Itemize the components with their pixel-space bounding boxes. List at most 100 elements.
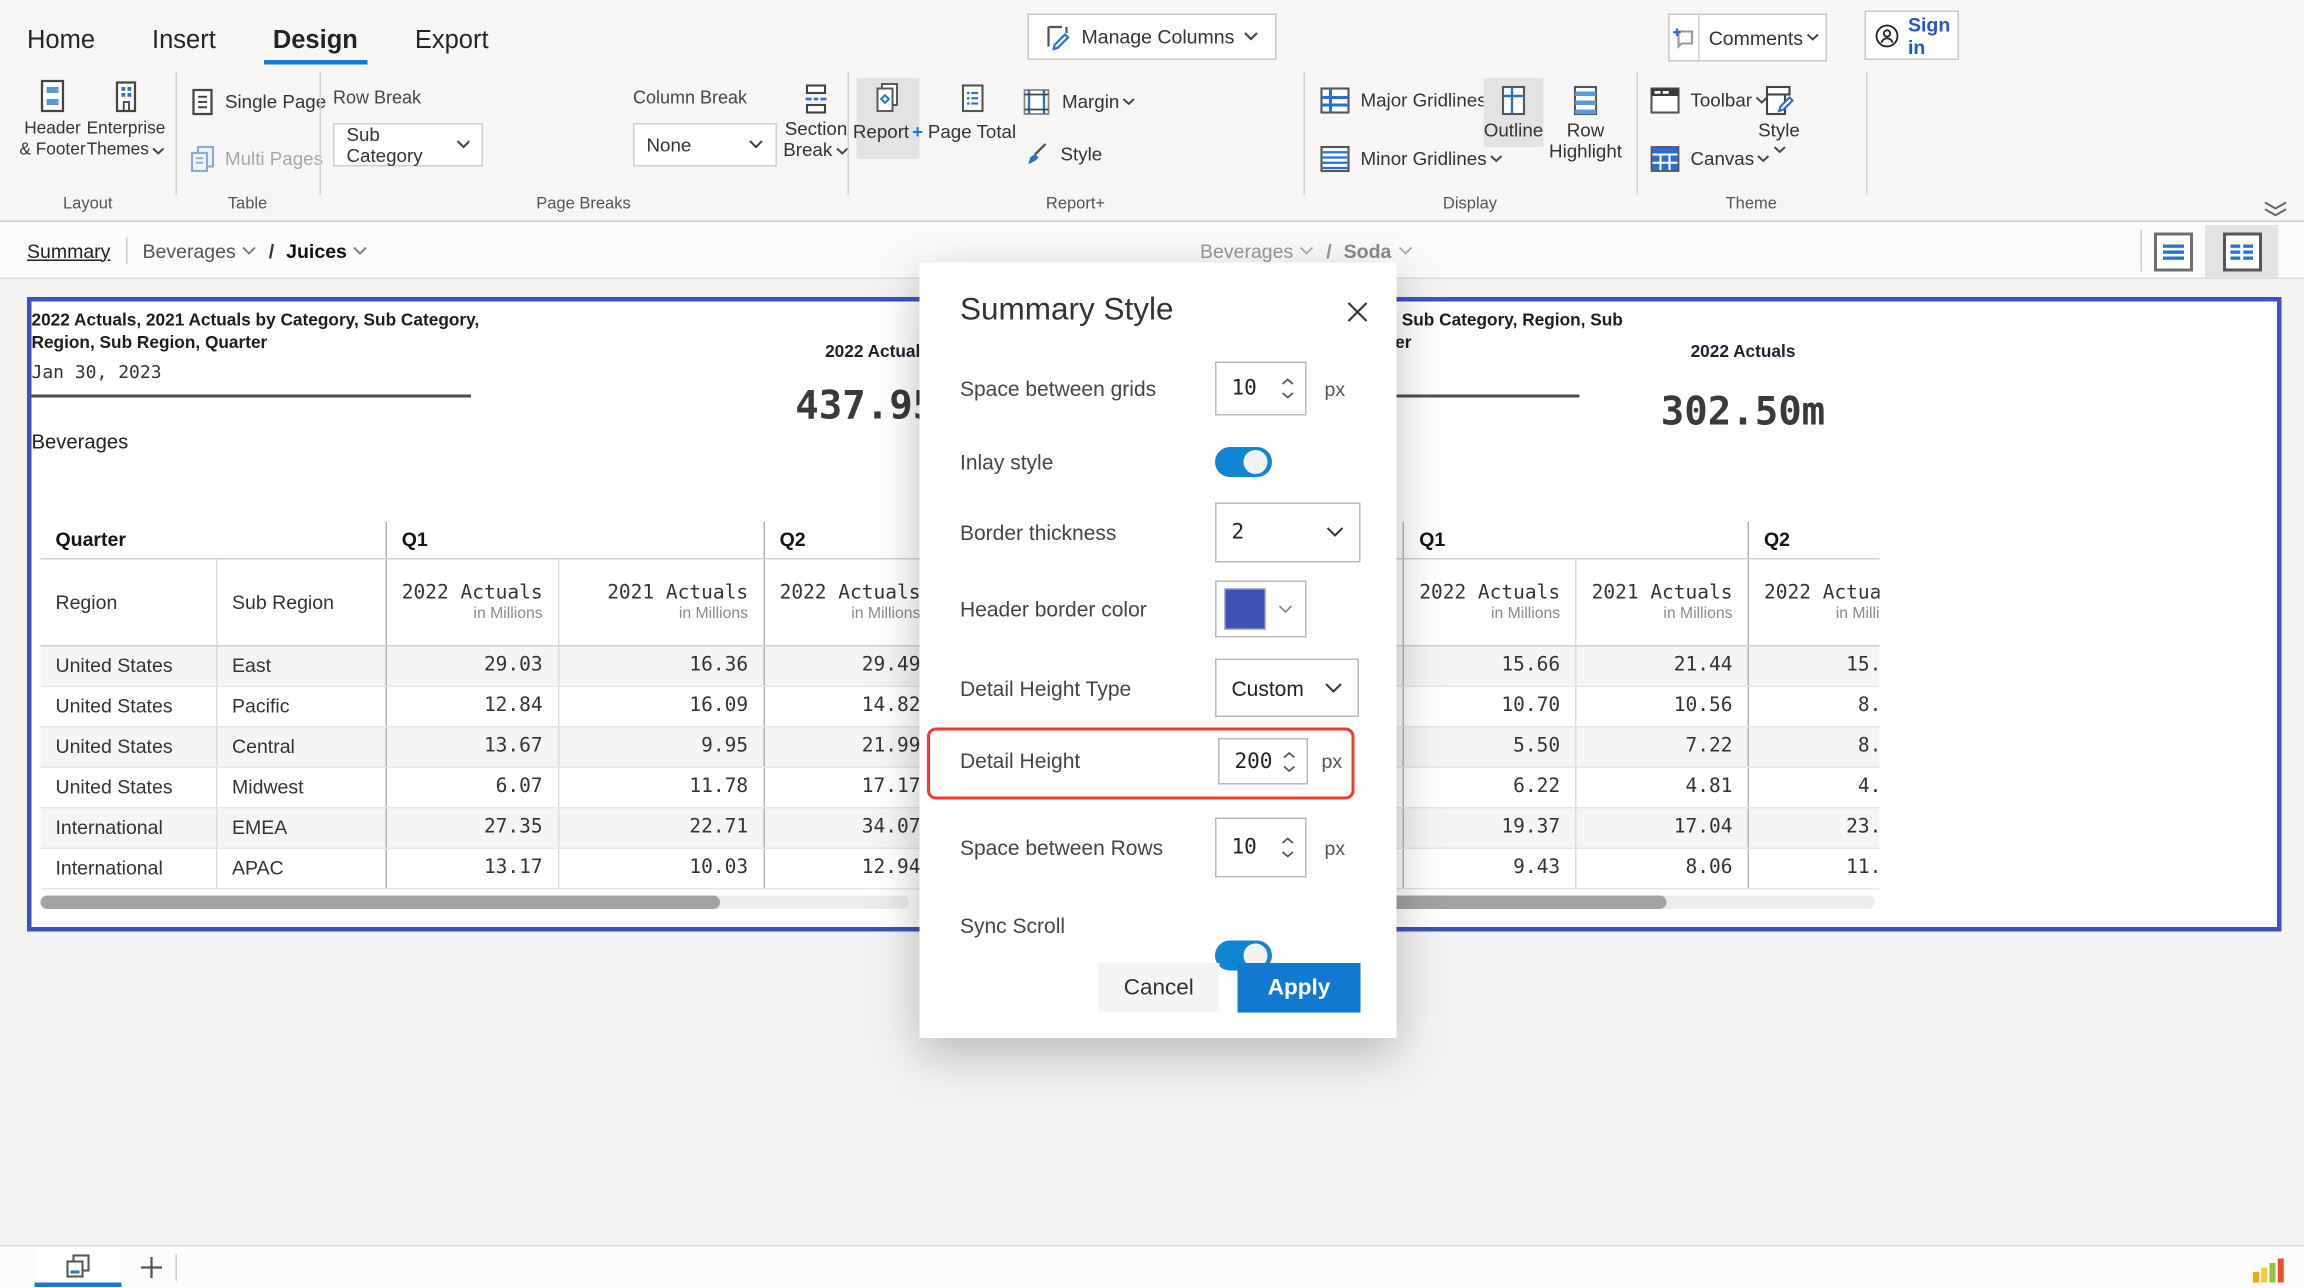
chevron-down-icon	[1243, 32, 1258, 43]
spinner-up-icon[interactable]	[1281, 378, 1295, 386]
inlay-style-toggle[interactable]	[1215, 447, 1272, 477]
report-plus-icon	[872, 83, 905, 119]
row-break-select[interactable]: Sub Category	[333, 123, 483, 167]
border-thickness-select[interactable]: 2	[1215, 503, 1361, 563]
group-divider	[848, 72, 850, 195]
tab-insert[interactable]: Insert	[146, 23, 222, 59]
section-break-button[interactable]: Section Break	[783, 83, 849, 161]
spinner-up-icon[interactable]	[1281, 837, 1295, 845]
view-toggle-divider	[2141, 230, 2143, 272]
row-highlight-label-2: Highlight	[1549, 143, 1622, 163]
single-page-label: Single Page	[225, 92, 326, 112]
minor-gridlines-label: Minor Gridlines	[1361, 149, 1487, 169]
header-border-color-picker[interactable]	[1215, 581, 1307, 638]
outline-button[interactable]: Outline	[1484, 84, 1544, 141]
outline-label: Outline	[1484, 122, 1543, 142]
right-grid-tabs: Beverages / Soda	[1200, 237, 1412, 264]
tab-beverages[interactable]: Beverages	[143, 239, 236, 262]
chevron-down-icon[interactable]	[1299, 245, 1314, 256]
chevron-down-icon	[1122, 98, 1136, 107]
chevron-down-icon	[749, 140, 764, 151]
report-plus-button[interactable]: Report+	[857, 83, 920, 143]
header-footer-icon	[36, 80, 69, 116]
canvas-label: Canvas	[1691, 149, 1755, 169]
theme-style-button[interactable]: Style	[1749, 84, 1809, 155]
group-label-page-breaks: Page Breaks	[320, 195, 848, 213]
enterprise-themes-label-2: Themes	[87, 141, 149, 161]
col-header: 2021 Actualsin Millions	[1576, 558, 1748, 645]
canvas-icon	[1649, 144, 1682, 174]
chevron-down-icon[interactable]	[242, 245, 257, 256]
page-tab-active[interactable]	[35, 1247, 122, 1285]
brush-icon	[1022, 140, 1052, 170]
multi-pages-icon	[189, 144, 216, 174]
column-break-label: Column Break	[633, 87, 747, 108]
manage-columns-button[interactable]: Manage Columns	[1028, 14, 1277, 61]
spinner-down-icon[interactable]	[1281, 392, 1295, 400]
group-divider	[1637, 72, 1639, 195]
chevron-down-icon[interactable]	[1397, 245, 1412, 256]
single-view-button[interactable]	[2154, 233, 2193, 272]
column-header-row: Region Sub Region 2022 Actualsin Million…	[41, 558, 1051, 645]
major-gridlines-button[interactable]: Major Gridlines	[1319, 86, 1504, 116]
chevron-down-icon[interactable]	[353, 245, 368, 256]
space-between-rows-label: Space between Rows	[960, 834, 1163, 861]
header-footer-button[interactable]: Header & Footer	[18, 80, 87, 161]
split-view-button[interactable]	[2222, 232, 2261, 271]
spinner-down-icon[interactable]	[1281, 851, 1295, 859]
space-between-grids-unit: px	[1325, 378, 1346, 401]
apply-button[interactable]: Apply	[1238, 963, 1361, 1013]
row-highlight-button[interactable]: Row Highlight	[1551, 84, 1620, 162]
spinner-down-icon[interactable]	[1283, 764, 1297, 772]
tab-soda[interactable]: Soda	[1344, 239, 1392, 262]
column-break-select[interactable]: None	[633, 123, 777, 167]
minor-gridlines-button[interactable]: Minor Gridlines	[1319, 144, 1504, 174]
close-icon	[1347, 302, 1368, 323]
single-page-button[interactable]: Single Page	[189, 87, 326, 117]
left-grid-title: 2022 Actuals, 2021 Actuals by Category, …	[32, 311, 482, 355]
tab-slash: /	[1326, 239, 1331, 262]
single-view-icon	[2162, 240, 2186, 264]
space-between-grids-spinner[interactable]: 10	[1215, 362, 1307, 416]
page-total-button[interactable]: Page Total	[930, 83, 1014, 143]
cancel-button[interactable]: Cancel	[1098, 963, 1220, 1013]
pages-bar	[0, 1245, 2304, 1288]
border-thickness-value: 2	[1232, 521, 1245, 545]
detail-height-type-select[interactable]: Custom	[1215, 659, 1359, 718]
margin-button[interactable]: Margin	[1020, 86, 1136, 119]
tab-beverages-2[interactable]: Beverages	[1200, 239, 1293, 262]
tab-juices[interactable]: Juices	[286, 239, 347, 262]
collapse-ribbon-button[interactable]	[2262, 201, 2289, 218]
detail-height-spinner[interactable]: 200	[1218, 738, 1308, 785]
tab-home[interactable]: Home	[21, 23, 101, 59]
header-footer-label-1: Header	[24, 120, 81, 140]
right-grid-kpi-label: 2022 Actuals	[1623, 344, 1863, 362]
add-comment-icon	[1670, 15, 1700, 60]
close-button[interactable]	[1341, 296, 1374, 329]
summary-style-dialog: Summary Style Space between grids 10 px …	[920, 263, 1397, 1039]
inforiver-logo[interactable]	[2253, 1256, 2286, 1283]
comments-button[interactable]: Comments	[1668, 14, 1827, 62]
tab-design[interactable]: Design	[267, 23, 364, 59]
margin-label: Margin	[1062, 92, 1119, 112]
major-gridlines-icon	[1319, 86, 1352, 116]
pages-divider	[176, 1254, 178, 1281]
summary-tab-label: Summary	[27, 239, 110, 262]
add-page-button[interactable]	[137, 1253, 167, 1283]
space-between-rows-spinner[interactable]: 10	[1215, 818, 1307, 878]
tab-summary[interactable]: Summary	[27, 234, 110, 267]
chevron-down-icon	[152, 146, 166, 155]
enterprise-themes-button[interactable]: Enterprise Themes	[84, 80, 168, 161]
multi-pages-button[interactable]: Multi Pages	[189, 144, 323, 174]
sign-in-button[interactable]: Sign in	[1865, 11, 1960, 61]
row-break-value: Sub Category	[347, 124, 456, 166]
manage-columns-icon	[1043, 22, 1073, 52]
report-style-button[interactable]: Style	[1022, 140, 1103, 170]
spinner-up-icon[interactable]	[1283, 751, 1297, 759]
comments-label: Comments	[1709, 26, 1803, 49]
left-grid-hscrollbar-thumb[interactable]	[41, 896, 721, 910]
major-gridlines-label: Major Gridlines	[1361, 91, 1487, 111]
toolbar-icon	[1649, 86, 1682, 116]
q2-header: Q2	[1748, 522, 1879, 558]
tab-export[interactable]: Export	[409, 23, 495, 59]
